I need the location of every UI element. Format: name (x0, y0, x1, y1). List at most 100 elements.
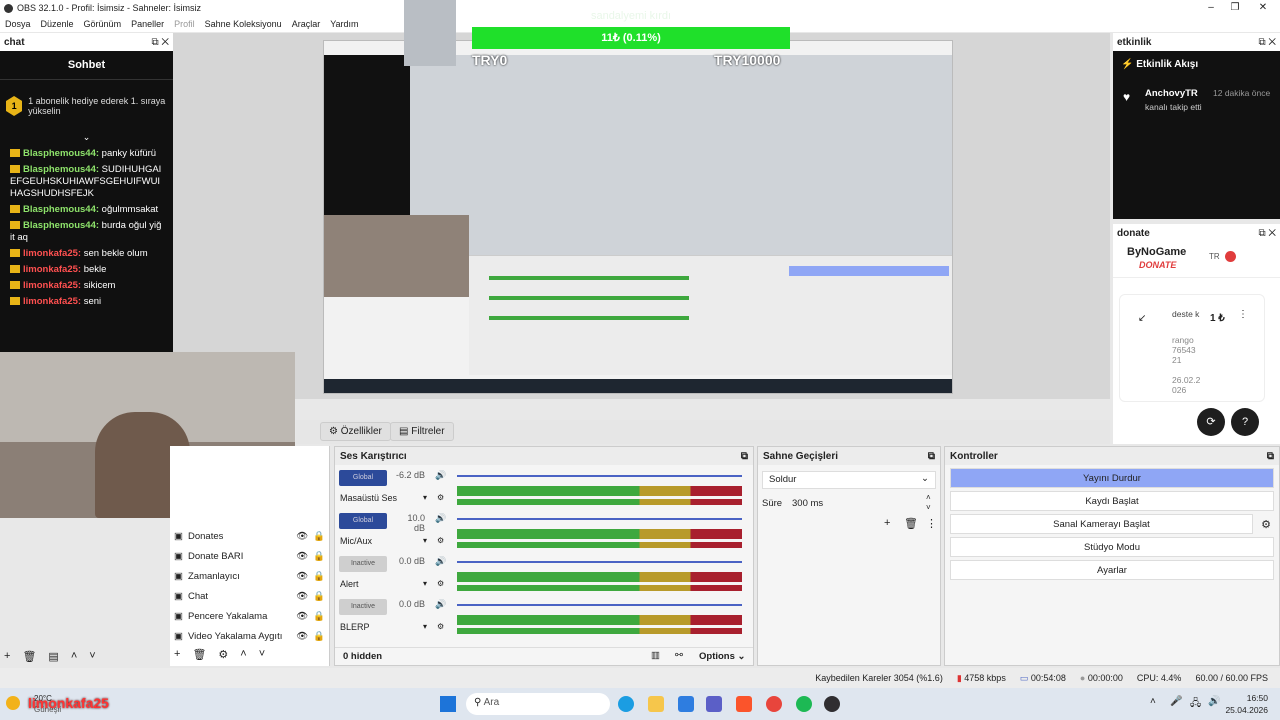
close-dock-icon[interactable]: ✕ (1268, 37, 1276, 48)
duration-stepper[interactable]: ˄ ˅ (926, 493, 931, 513)
edge-icon[interactable] (618, 696, 634, 712)
source-item[interactable]: ▣ Pencere Yakalama 👁 🔒 (170, 606, 329, 626)
chat-username[interactable]: limonkafa25: (23, 280, 81, 291)
undock-icon[interactable]: ⧉ (151, 37, 158, 48)
studio-mode-button[interactable]: Stüdyo Modu (950, 537, 1274, 557)
lock-icon[interactable]: 🔒 (313, 551, 325, 562)
source-settings-icon[interactable]: ⚙ (218, 648, 228, 661)
close-button[interactable]: ✕ (1248, 0, 1278, 16)
transition-select[interactable]: Soldur ⌄ (762, 471, 936, 489)
volume-slider[interactable] (457, 518, 742, 520)
chat-username[interactable]: Blasphemous44: (23, 148, 99, 159)
source-item[interactable]: ▣ Donates 👁 🔒 (170, 526, 329, 546)
settings-button[interactable]: Ayarlar (950, 560, 1274, 580)
visibility-eye-icon[interactable]: 👁 (296, 551, 308, 562)
source-item[interactable]: ▣ Zamanlayıcı 👁 🔒 (170, 566, 329, 586)
channel-settings-icon[interactable]: ⚙ (437, 493, 444, 502)
spotify-icon[interactable] (796, 696, 812, 712)
source-item[interactable]: ▣ Donate BARI 👁 🔒 (170, 546, 329, 566)
stop-streaming-button[interactable]: Yayını Durdur (950, 468, 1274, 488)
lock-icon[interactable]: 🔒 (313, 591, 325, 602)
add-scene-icon[interactable]: + (4, 650, 10, 662)
visibility-eye-icon[interactable]: 👁 (296, 571, 308, 582)
remove-transition-icon[interactable]: 🗑 (904, 517, 918, 530)
menu-tools[interactable]: Araçlar (287, 19, 326, 29)
start-virtual-camera-button[interactable]: Sanal Kamerayı Başlat (950, 514, 1253, 534)
visibility-eye-icon[interactable]: 👁 (296, 631, 308, 642)
channel-menu-icon[interactable]: ▾ (423, 493, 427, 502)
scene-up-icon[interactable]: ˄ (71, 650, 77, 662)
add-source-icon[interactable]: + (174, 648, 180, 660)
lock-icon[interactable]: 🔒 (313, 631, 325, 642)
source-item[interactable]: ▣ Chat 👁 🔒 (170, 586, 329, 606)
remove-scene-icon[interactable]: 🗑 (22, 650, 36, 663)
properties-button[interactable]: ⚙ Özellikler (320, 422, 391, 441)
transition-menu-icon[interactable]: ⋮ (926, 517, 937, 530)
remove-source-icon[interactable]: 🗑 (192, 648, 206, 661)
menu-scene-collection[interactable]: Sahne Koleksiyonu (200, 19, 287, 29)
taskbar-search[interactable]: ⚲ Ara (466, 693, 610, 715)
chat-username[interactable]: limonkafa25: (23, 296, 81, 307)
volume-slider[interactable] (457, 604, 742, 606)
undock-icon[interactable]: ⧉ (1258, 228, 1265, 239)
duration-input[interactable]: 300 ms (792, 498, 823, 509)
link-icon[interactable]: ⚯ (675, 650, 683, 661)
mute-speaker-icon[interactable]: 🔊 (435, 599, 446, 610)
mute-speaker-icon[interactable]: 🔊 (435, 556, 446, 567)
mute-speaker-icon[interactable]: 🔊 (435, 513, 446, 524)
filters-button[interactable]: ▤ Filtreler (390, 422, 454, 441)
visibility-eye-icon[interactable]: 👁 (296, 591, 308, 602)
channel-menu-icon[interactable]: ▾ (423, 579, 427, 588)
start-recording-button[interactable]: Kaydı Başlat (950, 491, 1274, 511)
add-transition-icon[interactable]: + (884, 517, 890, 529)
refresh-button[interactable]: ⟳ (1197, 408, 1225, 436)
chat-username[interactable]: limonkafa25: (23, 264, 81, 275)
chrome-icon[interactable] (766, 696, 782, 712)
brave-icon[interactable] (736, 696, 752, 712)
clock-time[interactable]: 16:50 (1228, 693, 1268, 703)
mixer-options-button[interactable]: Options ⌄ (699, 651, 746, 662)
volume-slider[interactable] (457, 475, 742, 477)
tray-chevron-icon[interactable]: ˄ (1150, 696, 1156, 707)
channel-settings-icon[interactable]: ⚙ (437, 579, 444, 588)
move-down-icon[interactable]: ˅ (259, 648, 265, 660)
channel-menu-icon[interactable]: ▾ (423, 622, 427, 631)
chat-username[interactable]: Blasphemous44: (23, 220, 99, 231)
windows-start-icon[interactable] (440, 696, 456, 712)
network-icon[interactable]: 🖧 (1190, 696, 1201, 713)
channel-settings-icon[interactable]: ⚙ (437, 622, 444, 631)
channel-settings-icon[interactable]: ⚙ (437, 536, 444, 545)
visibility-eye-icon[interactable]: 👁 (296, 531, 308, 542)
visibility-eye-icon[interactable]: 👁 (296, 611, 308, 622)
mute-speaker-icon[interactable]: 🔊 (435, 470, 446, 481)
chevron-down-icon[interactable]: ⌄ (0, 132, 173, 146)
layout-icon[interactable]: ▥ (651, 650, 660, 661)
undock-icon[interactable]: ⧉ (741, 451, 748, 462)
undock-icon[interactable]: ⧉ (928, 451, 935, 462)
menu-file[interactable]: Dosya (0, 19, 36, 29)
store-icon[interactable] (678, 696, 694, 712)
teams-icon[interactable] (706, 696, 722, 712)
lock-icon[interactable]: 🔒 (313, 571, 325, 582)
undock-icon[interactable]: ⧉ (1267, 451, 1274, 462)
source-item[interactable]: ▣ Video Yakalama Aygıtı 👁 🔒 (170, 626, 329, 646)
channel-menu-icon[interactable]: ▾ (423, 536, 427, 545)
menu-profile[interactable]: Profil (169, 19, 200, 29)
file-explorer-icon[interactable] (648, 696, 664, 712)
close-dock-icon[interactable]: ✕ (161, 37, 169, 48)
menu-help[interactable]: Yardım (325, 19, 363, 29)
chat-username[interactable]: limonkafa25: (23, 248, 81, 259)
volume-slider[interactable] (457, 561, 742, 563)
lock-icon[interactable]: 🔒 (313, 531, 325, 542)
menu-edit[interactable]: Düzenle (36, 19, 79, 29)
clock-date[interactable]: 25.04.2026 (1218, 705, 1268, 715)
chat-username[interactable]: Blasphemous44: (23, 164, 99, 175)
help-button[interactable]: ? (1231, 408, 1259, 436)
undock-icon[interactable]: ⧉ (1258, 37, 1265, 48)
lock-icon[interactable]: 🔒 (313, 611, 325, 622)
virtual-camera-settings-icon[interactable]: ⚙ (1261, 518, 1271, 531)
maximize-button[interactable]: ❐ (1220, 0, 1250, 16)
scene-down-icon[interactable]: ˅ (89, 650, 95, 662)
menu-view[interactable]: Görünüm (79, 19, 127, 29)
preview-canvas[interactable] (323, 40, 953, 394)
